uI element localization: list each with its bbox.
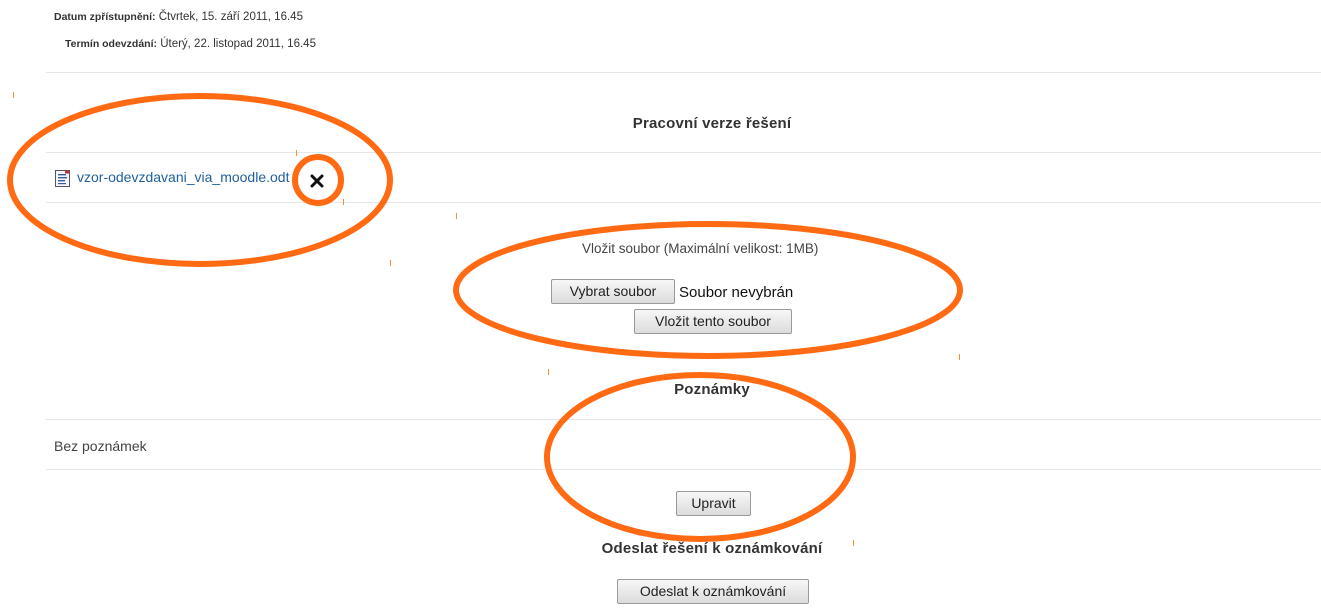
edit-notes-button[interactable]: Upravit [676,491,751,516]
document-icon [54,169,74,189]
annotation-mark [13,92,14,98]
upload-title: Vložit soubor (Maximální velikost: 1MB) [582,241,819,256]
annotation-overlay [7,93,963,542]
divider [46,419,1321,420]
available-date-value: Čtvrtek, 15. září 2011, 16.45 [158,11,303,23]
divider [46,152,1321,153]
submit-heading: Odeslat řešení k oznámkování [601,540,823,557]
annotation-mark [343,199,344,205]
annotation-mark [390,260,391,266]
due-date-value: Úterý, 22. listopad 2011, 16.45 [160,38,316,50]
due-date-label: Termín odevzdání: [65,38,157,50]
upload-file-button[interactable]: Vložit tento soubor [634,309,792,334]
annotation-mark [853,540,854,546]
divider [46,469,1321,470]
annotation-mark [456,213,457,219]
available-date: Datum zpřístupnění: Čtvrtek, 15. září 20… [54,11,303,23]
due-date: Termín odevzdání: Úterý, 22. listopad 20… [65,38,316,50]
notes-heading: Poznámky [674,381,750,398]
annotation-mark [548,369,549,375]
no-notes-text: Bez poznámek [54,438,147,454]
choose-file-button[interactable]: Vybrat soubor [551,279,675,304]
annotation-mark [296,150,297,156]
available-date-label: Datum zpřístupnění: [54,11,156,23]
divider [46,202,1321,203]
draft-file-link[interactable]: vzor-odevzdavani_via_moodle.odt [77,169,289,185]
close-icon[interactable] [308,172,326,190]
annotation-mark [959,354,960,360]
draft-heading: Pracovní verze řešení [632,115,792,132]
divider [46,72,1321,73]
submit-for-grading-button[interactable]: Odeslat k oznámkování [617,579,809,604]
no-file-text: Soubor nevybrán [679,284,794,301]
